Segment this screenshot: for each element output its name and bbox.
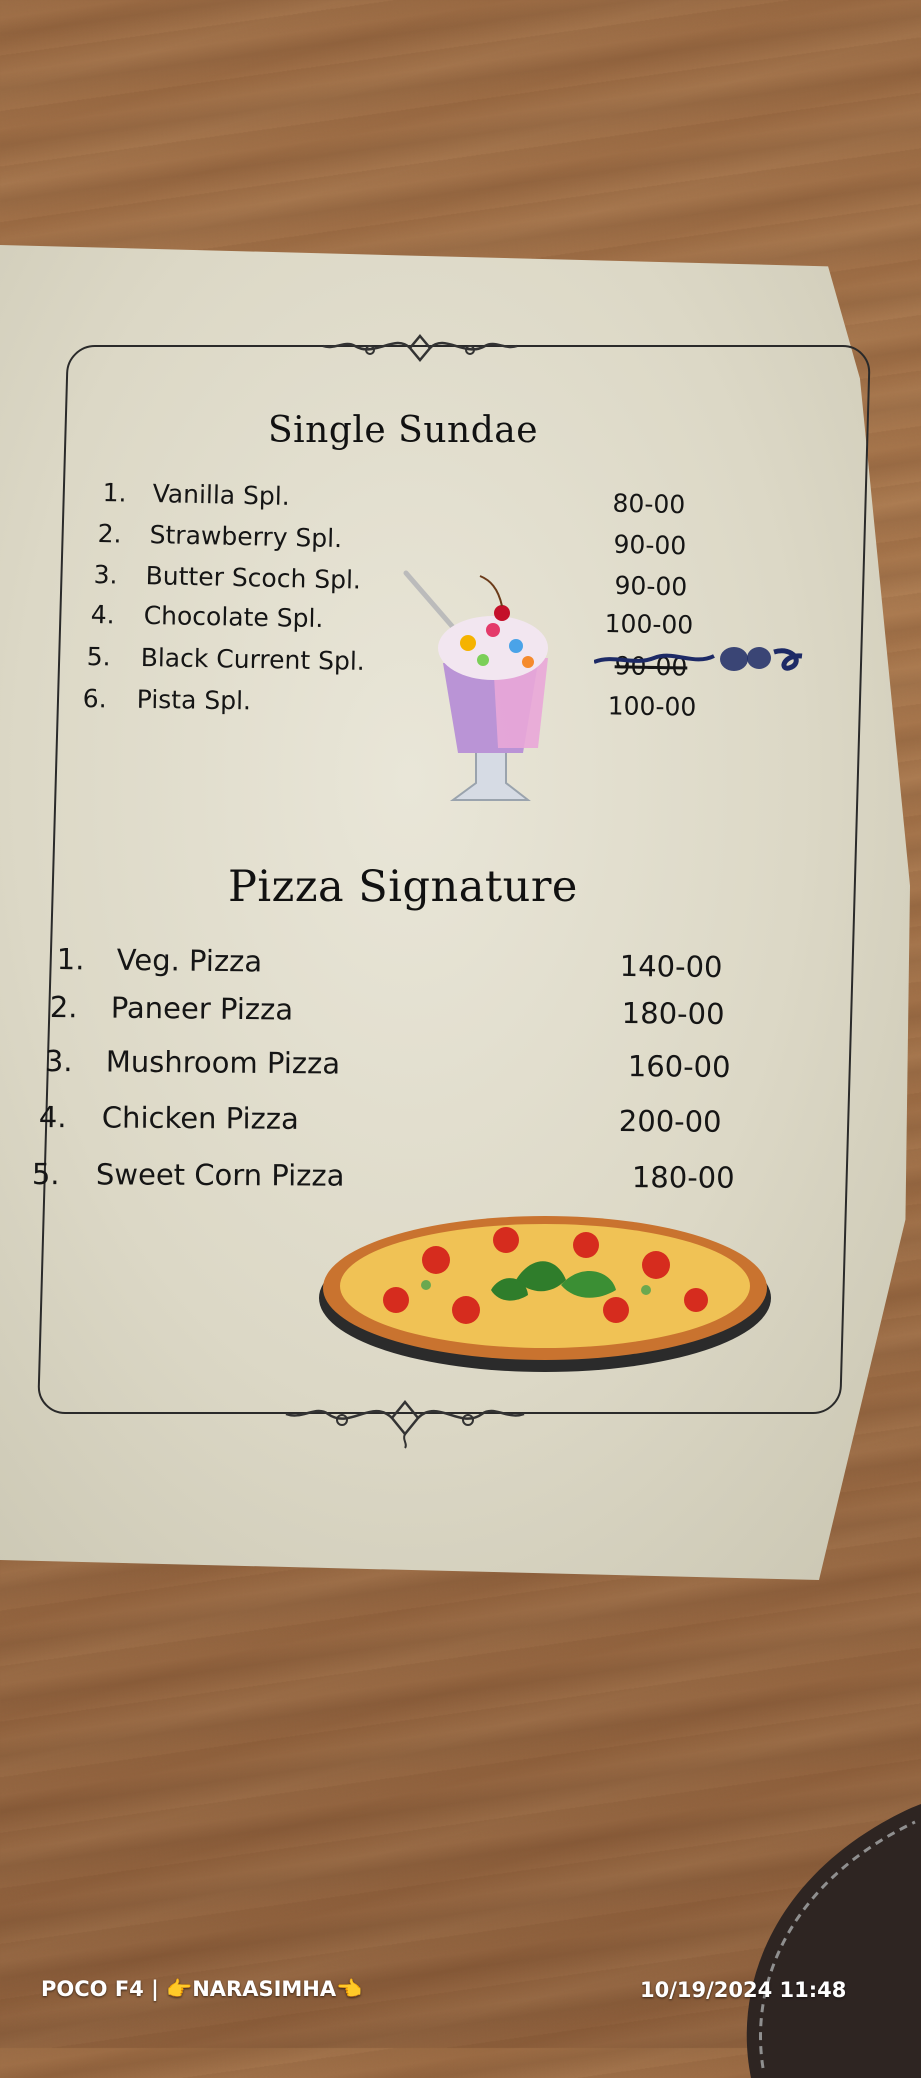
item-name: Vanilla Spl. <box>152 479 291 511</box>
item-number: 5. <box>31 1157 60 1192</box>
item-price: 200-00 <box>618 1104 722 1139</box>
ornament-top-icon <box>322 334 518 362</box>
sundae-glass-image <box>403 570 548 801</box>
item-number: 6. <box>82 684 107 714</box>
item-name: Veg. Pizza <box>116 942 263 979</box>
item-name: Black Current Spl. <box>140 642 366 676</box>
ornament-bottom-icon <box>285 1400 525 1449</box>
item-name: Chocolate Spl. <box>143 600 324 634</box>
item-number: 1. <box>56 942 85 977</box>
item-number: 2. <box>49 990 78 1025</box>
item-name: Mushroom Pizza <box>105 1044 341 1081</box>
item-price: 100-00 <box>607 691 697 722</box>
sundae-section-title: Single Sundae <box>268 410 539 451</box>
camera-watermark-device: POCO F4 | 👉NARASIMHA👈 <box>41 1977 363 2001</box>
item-number: 4. <box>90 600 115 630</box>
item-price: 160-00 <box>627 1049 731 1084</box>
item-price: 140-00 <box>619 948 723 985</box>
item-price: 90-00 <box>613 529 687 561</box>
item-number: 2. <box>97 519 122 549</box>
item-price: 80-00 <box>612 488 686 520</box>
item-name: Strawberry Spl. <box>149 520 343 554</box>
item-name: Paneer Pizza <box>110 990 294 1027</box>
camera-watermark-datetime: 10/19/2024 11:48 <box>640 1978 847 2002</box>
item-price: 100-00 <box>604 608 694 640</box>
pizza-section-title: Pizza Signature <box>228 862 578 912</box>
item-number: 1. <box>102 478 127 508</box>
item-price: 180-00 <box>621 995 725 1032</box>
item-number: 3. <box>44 1044 73 1079</box>
item-name: Chicken Pizza <box>101 1100 299 1136</box>
item-name: Butter Scoch Spl. <box>145 561 362 595</box>
item-price: 90-00 <box>614 570 688 602</box>
wallet-object <box>746 1804 921 2078</box>
item-price: 180-00 <box>631 1160 735 1195</box>
pen-scribble-overwrite <box>594 647 803 671</box>
item-name: Pista Spl. <box>136 684 252 716</box>
item-number: 3. <box>93 560 118 590</box>
item-name: Sweet Corn Pizza <box>95 1157 345 1193</box>
item-number: 5. <box>86 642 111 672</box>
item-number: 4. <box>38 1100 67 1135</box>
pizza-image <box>319 1216 771 1372</box>
